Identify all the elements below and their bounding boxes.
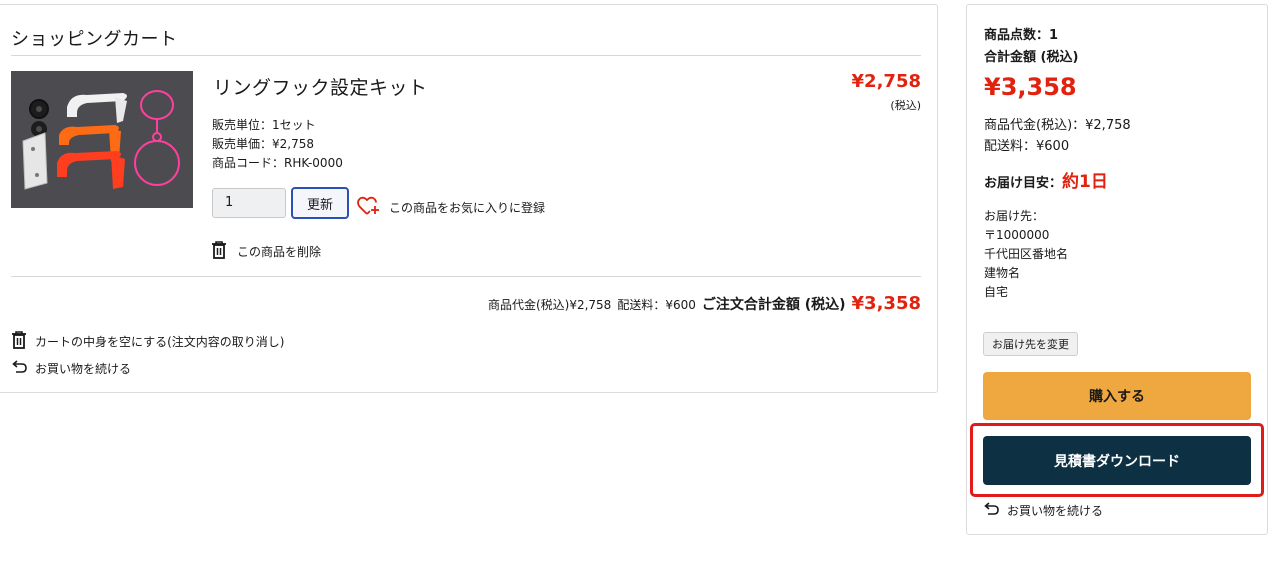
purchase-button[interactable]: 購入する [983,372,1251,420]
delete-item-link[interactable]: この商品を削除 [211,241,321,262]
summary-subtotal: 商品代金(税込)¥2,758 [487,298,612,312]
undo-arrow-icon [11,360,27,377]
product-price: ¥2,758 [851,71,921,92]
address-building: 建物名 [984,266,1021,280]
order-sidebar: 商品点数：1 合計金額 (税込) ¥3,358 商品代金(税込)：¥2,758 … [966,4,1268,535]
product-image[interactable] [11,71,193,208]
address-line: 千代田区番地名 [984,247,1069,261]
quantity-input[interactable]: 1 [212,188,286,218]
continue-shopping-label: お買い物を続ける [1007,504,1104,518]
undo-arrow-icon [983,502,999,519]
address-zip: 〒1000000 [984,228,1050,242]
product-name[interactable]: リングフック設定キット [213,73,428,100]
favorite-link[interactable]: この商品をお気に入りに登録 [357,195,545,220]
cart-panel: ショッピングカート リングフック設定キット ¥2,758 (税込) 販売単位：1… [0,4,938,393]
address-type: 自宅 [984,285,1009,299]
summary-shipping: 配送料：¥600 [617,298,696,312]
address-label: お届け先： [984,209,1045,223]
change-address-button[interactable]: お届け先を変更 [983,332,1078,356]
favorite-label: この商品をお気に入りに登録 [389,201,546,215]
order-summary: 商品代金(税込)¥2,758 配送料：¥600 ご注文合計金額 (税込) ¥3,… [488,293,921,314]
trash-icon [11,331,27,352]
update-button[interactable]: 更新 [291,187,349,219]
eta-value: 約1日 [1062,172,1108,192]
summary-total-label: ご注文合計金額 (税込) [701,297,846,313]
quote-download-button[interactable]: 見積書ダウンロード [983,436,1251,485]
sidebar-continue-shopping-link[interactable]: お買い物を続ける [983,502,1103,519]
eta-label: お届け目安： [984,176,1063,191]
heart-plus-icon [357,195,381,220]
total-label: 合計金額 (税込) [984,50,1079,65]
continue-shopping-label: お買い物を続ける [35,362,132,376]
empty-cart-link[interactable]: カートの中身を空にする(注文内容の取り消し) [11,331,285,352]
page-title: ショッピングカート [11,29,178,50]
continue-shopping-link[interactable]: お買い物を続ける [11,360,131,377]
sidebar-shipping: 配送料：¥600 [984,139,1070,154]
delete-label: この商品を削除 [237,245,322,259]
sidebar-subtotal: 商品代金(税込)：¥2,758 [984,118,1131,133]
empty-cart-label: カートの中身を空にする(注文内容の取り消し) [35,335,285,349]
item-count: 商品点数：1 [984,28,1059,43]
sidebar-total: ¥3,358 [984,73,1077,101]
delivery-estimate: お届け目安： 約1日 [984,167,1108,192]
tax-note: (税込) [890,99,921,112]
trash-icon [211,241,227,262]
divider [11,55,921,56]
summary-total: ¥3,358 [851,293,921,314]
product-code: 商品コード：RHK-0000 [212,156,343,170]
divider [11,276,921,277]
unit-price: 販売単価：¥2,758 [212,137,314,151]
sales-unit: 販売単位：1セット [212,118,316,132]
